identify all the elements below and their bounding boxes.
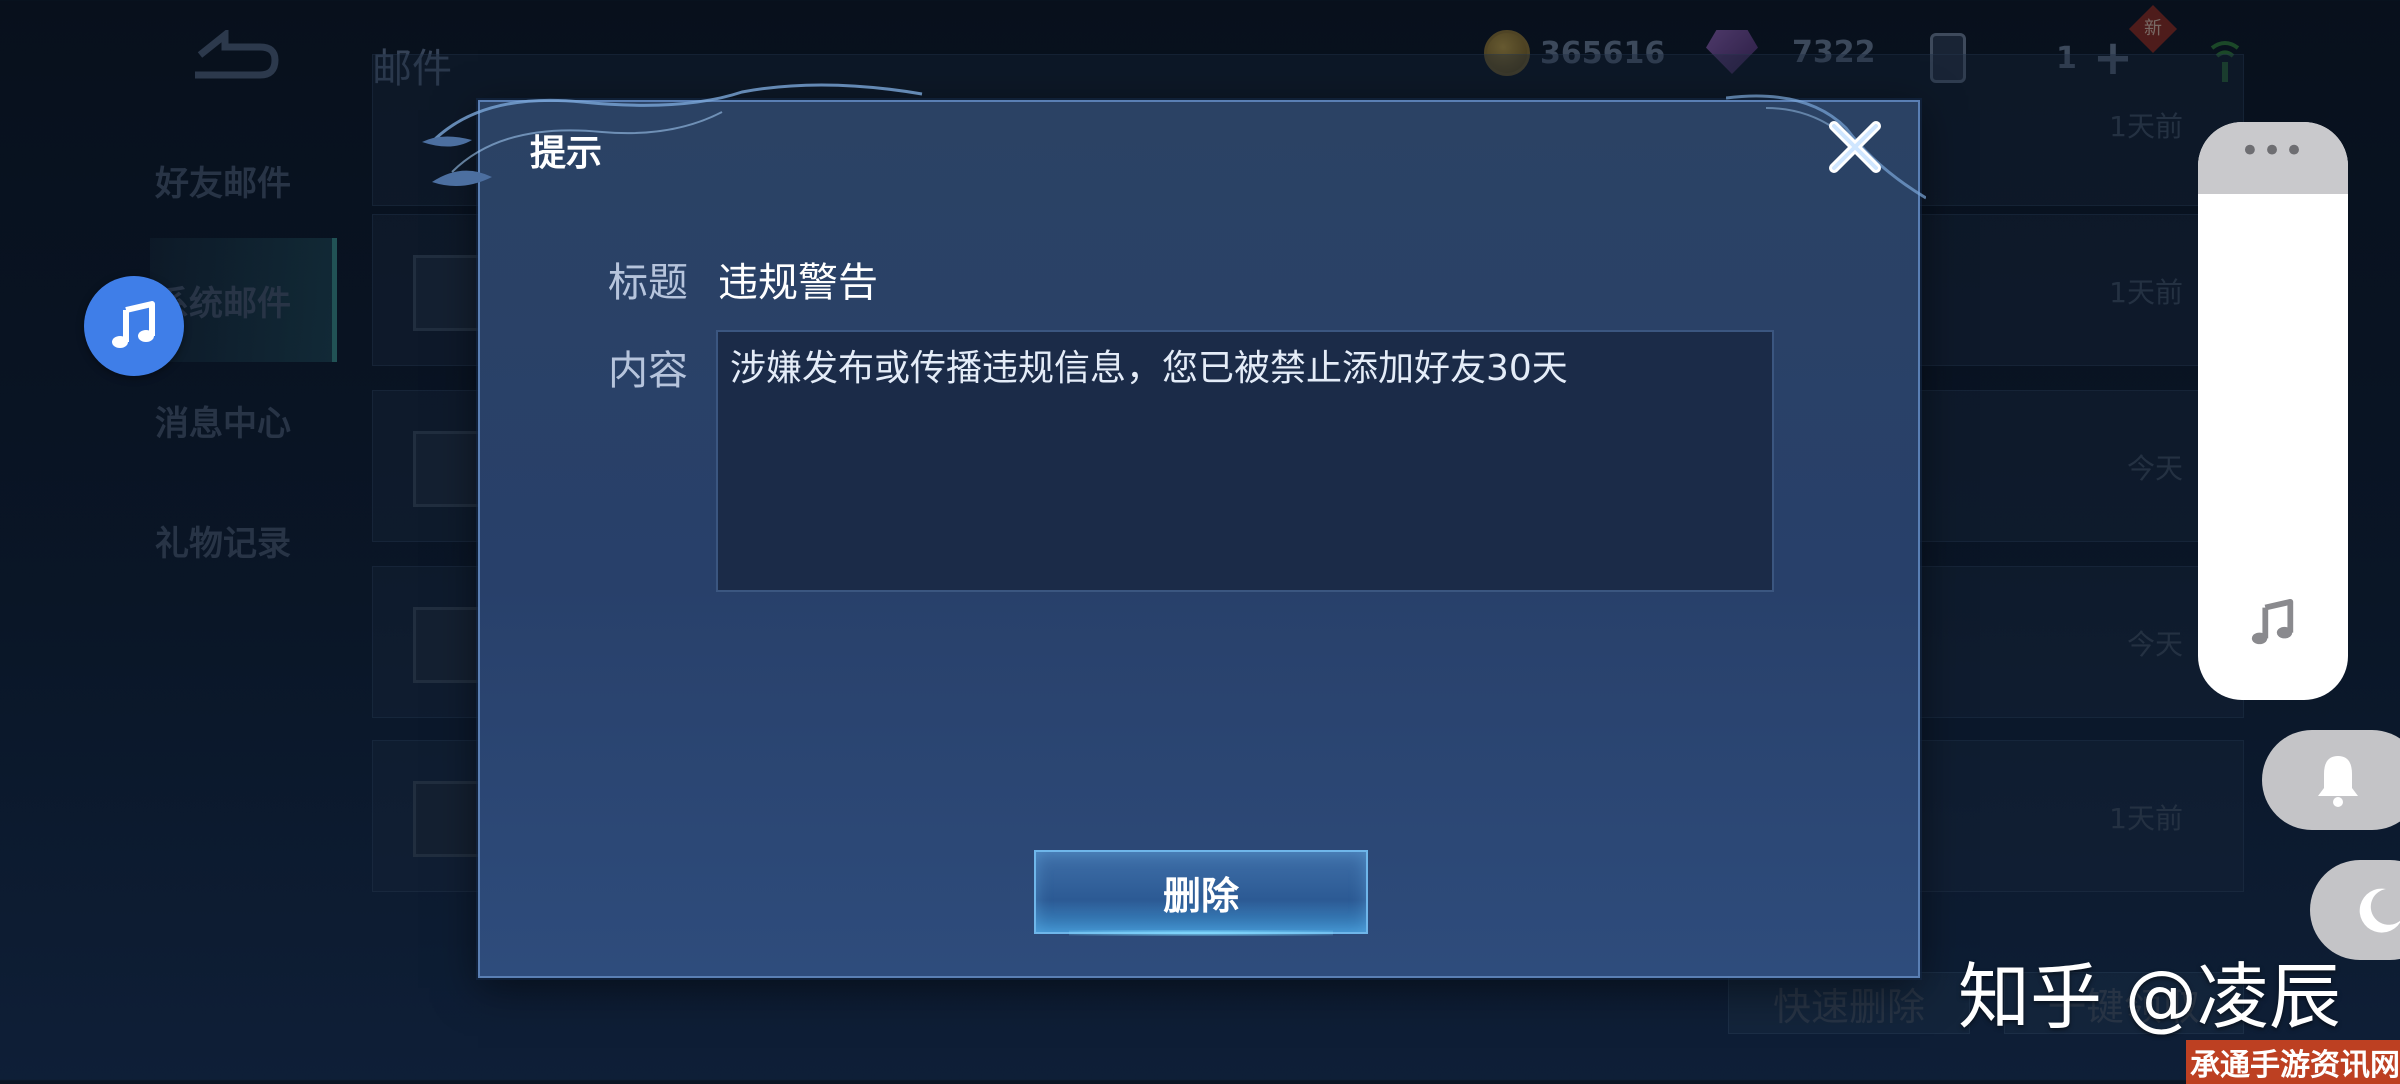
delete-button-label: 删除 xyxy=(1162,873,1239,918)
close-icon[interactable] xyxy=(1820,112,1890,182)
moon-icon xyxy=(2359,888,2400,933)
panel-menu-button[interactable]: ••• xyxy=(2198,122,2348,194)
content-text: 涉嫌发布或传播违规信息，您已被禁止添加好友30天 xyxy=(716,330,1774,592)
floating-music-button[interactable] xyxy=(84,276,184,376)
subject-value: 违规警告 xyxy=(718,260,878,306)
bell-icon xyxy=(2318,756,2358,807)
dialog-corner-ornament xyxy=(422,83,923,186)
delete-button[interactable]: 删除 xyxy=(1034,850,1368,936)
notification-toggle[interactable] xyxy=(2262,730,2400,830)
site-watermark: 承通手游资讯网 xyxy=(2186,1040,2400,1084)
notice-dialog: 提示 标题 违规警告 内容 涉嫌发布或传播违规信息，您已被禁止添加好友30天 删… xyxy=(422,83,1926,978)
subject-label: 标题 xyxy=(608,260,688,306)
button-glow xyxy=(1069,930,1333,936)
dialog-title: 提示 xyxy=(530,133,603,174)
music-note-icon xyxy=(112,301,155,348)
more-dots-icon: ••• xyxy=(2239,131,2307,171)
music-note-icon[interactable] xyxy=(2248,598,2298,648)
watermark: 知乎 @凌辰 xyxy=(1958,955,2341,1039)
floating-side-panel: ••• xyxy=(2198,122,2348,700)
content-label: 内容 xyxy=(608,348,688,394)
